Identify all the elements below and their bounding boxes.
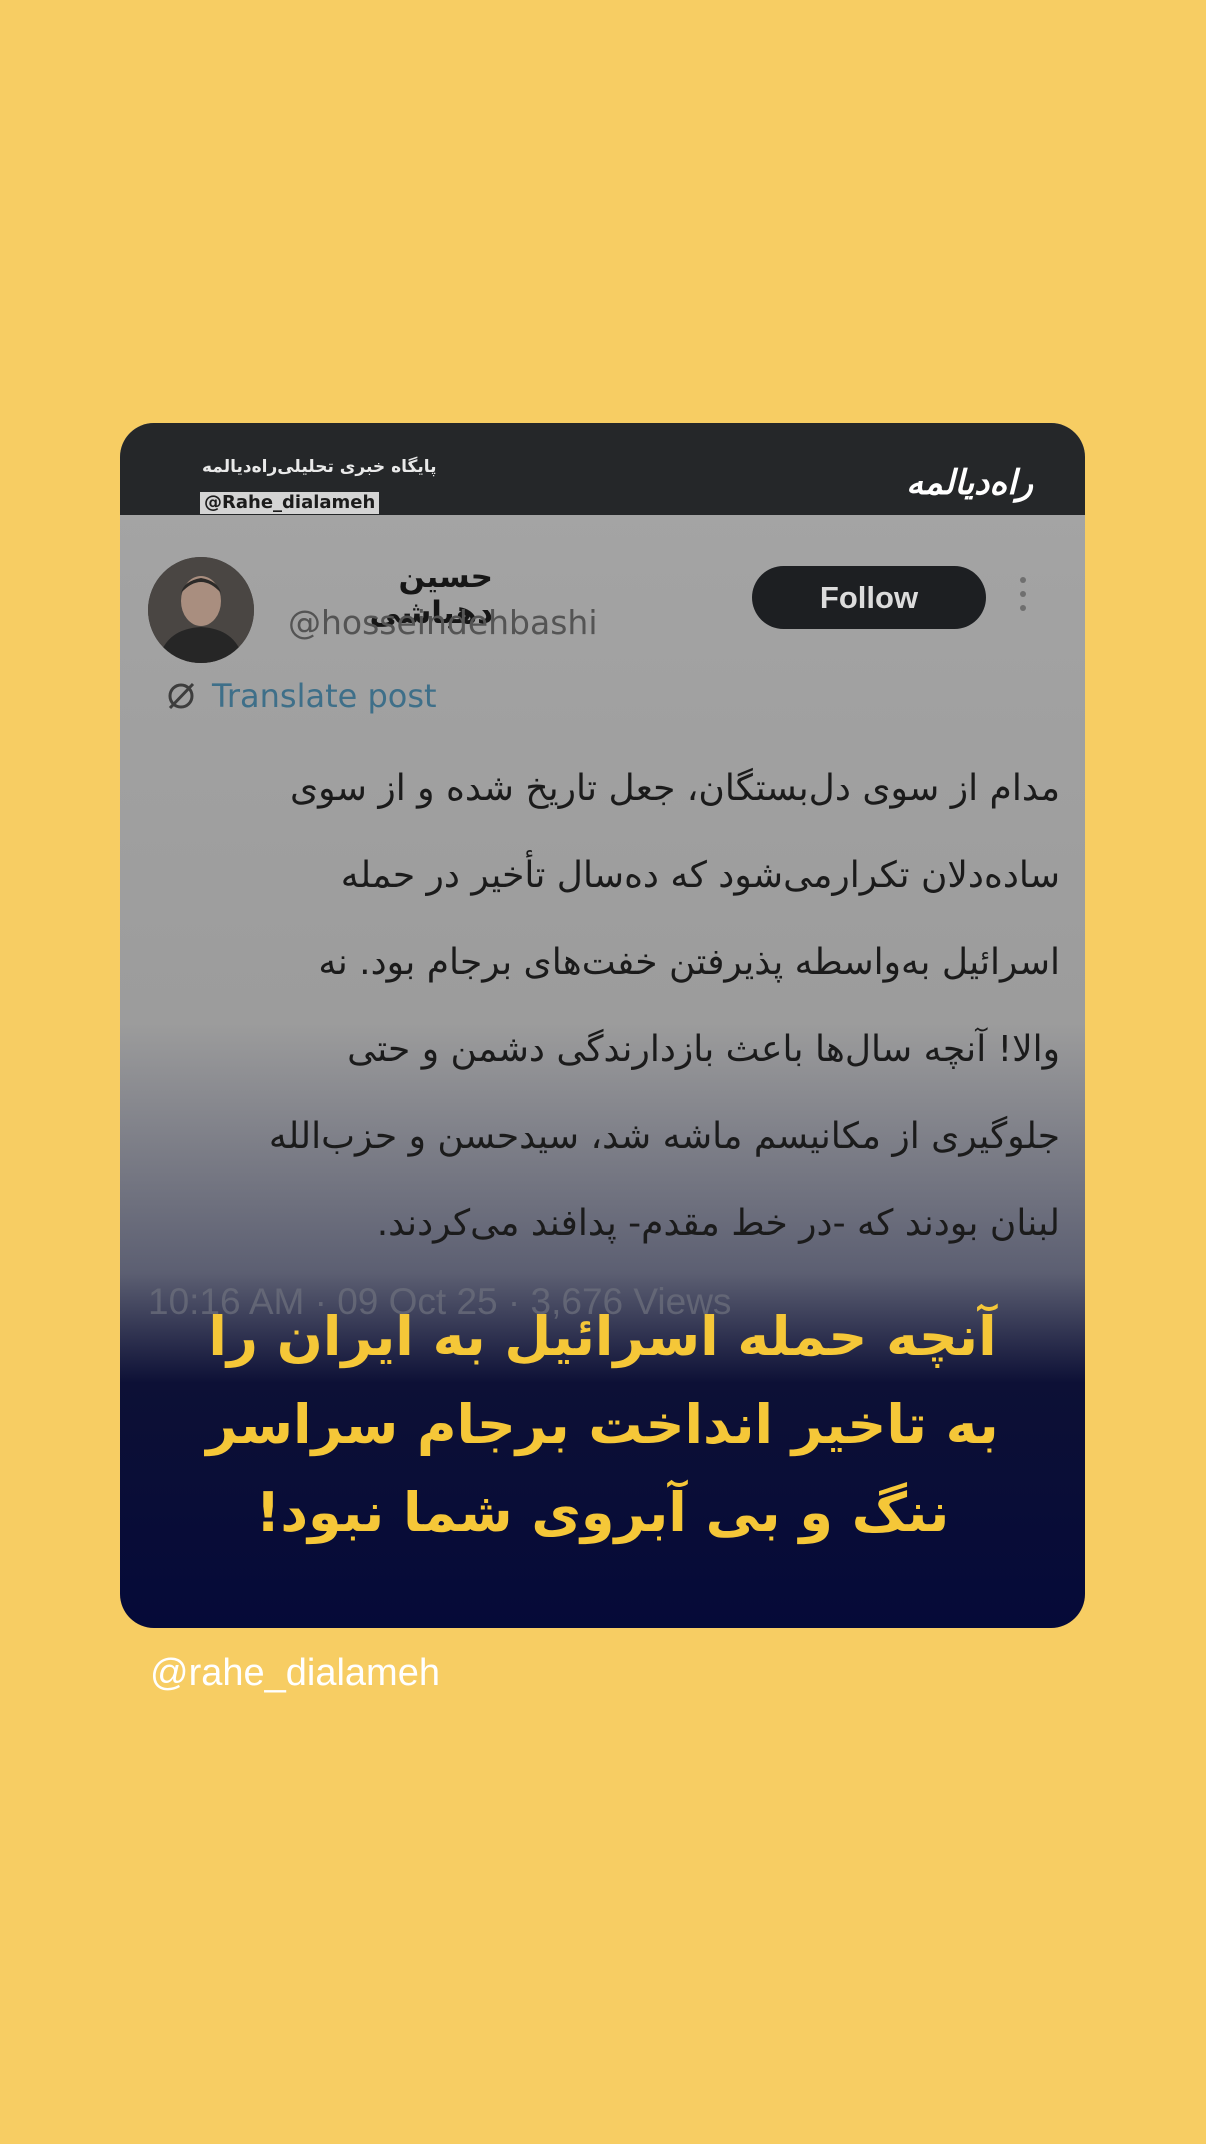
- translate-post-link[interactable]: Translate post: [164, 677, 437, 715]
- tweet-line: والا! آنچه سال‌ها باعث بازدارندگی دشمن و…: [347, 1029, 1060, 1070]
- site-handle: @Rahe_dialameh: [200, 492, 380, 514]
- logo: راه‌دیالمه: [906, 463, 1033, 503]
- post-card: پایگاه خبری تحلیلی‌راه‌دیالمه @Rahe_dial…: [120, 423, 1085, 1628]
- headline-line: آنچه حمله اسرائیل به ایران را: [208, 1305, 997, 1368]
- translate-icon: [168, 682, 195, 710]
- headline-line: به تاخیر انداخت برجام سراسر: [206, 1393, 999, 1456]
- tweet-line: ساده‌دلان تکرارمی‌شود که ده‌سال تأخیر در…: [340, 855, 1060, 896]
- translate-post-label: Translate post: [212, 677, 437, 715]
- more-options-icon[interactable]: [1020, 577, 1028, 617]
- card-header-bar: پایگاه خبری تحلیلی‌راه‌دیالمه @Rahe_dial…: [120, 423, 1085, 515]
- tweet-line: اسرائیل به‌واسطه پذیرفتن خفت‌های برجام ب…: [318, 942, 1060, 983]
- author-handle[interactable]: @hosseindehbashi: [288, 603, 598, 642]
- tweet-line: مدام از سوی دل‌بستگان، جعل تاریخ شده و ا…: [289, 768, 1060, 809]
- avatar-portrait-icon: [148, 557, 254, 663]
- headline-line: ننگ و بی آبروی شما نبود!: [255, 1481, 950, 1544]
- follow-button[interactable]: Follow: [752, 566, 986, 629]
- headline: آنچه حمله اسرائیل به ایران را به تاخیر ا…: [160, 1293, 1045, 1557]
- tweet-text: مدام از سوی دل‌بستگان، جعل تاریخ شده و ا…: [160, 745, 1060, 1267]
- tweet-line: جلوگیری از مکانیسم ماشه شد، سیدحسن و حزب…: [268, 1116, 1060, 1157]
- avatar[interactable]: [148, 557, 254, 663]
- footer-handle[interactable]: @rahe_dialameh: [150, 1652, 440, 1695]
- site-name: پایگاه خبری تحلیلی‌راه‌دیالمه: [202, 457, 437, 477]
- tweet-line: لبنان بودند که -در خط مقدم- پدافند می‌کر…: [376, 1203, 1060, 1244]
